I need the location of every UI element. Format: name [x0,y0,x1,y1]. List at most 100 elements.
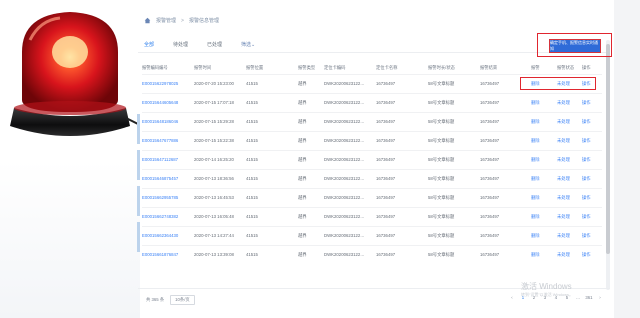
operate-link[interactable]: 操作 [582,130,602,150]
alarm-code-cell[interactable]: E00015648186046 [142,111,194,131]
alarm-time-cell: 2020-07-14 16:25:20 [194,149,246,169]
home-icon[interactable] [144,17,151,24]
card-name-cell: 16736497 [376,73,428,93]
card-name-cell: 16736497 [376,111,428,131]
page-size-select[interactable]: 10条/页 [170,295,195,305]
column-header[interactable]: 报警 [531,62,557,74]
operate-link[interactable]: 操作 [582,206,602,226]
location-cell: 41515 [246,244,298,264]
table-row[interactable]: E00015647112687 2020-07-14 16:25:20 41515 越… [142,149,602,169]
next-page-button[interactable]: › [596,293,604,301]
prev-page-button[interactable]: ‹ [508,293,516,301]
status-cell: 58号文章标题 [428,168,480,188]
tab-all[interactable]: 全部 [141,41,157,53]
column-header[interactable]: 报警位置 [246,62,298,74]
breadcrumb-item-alarm-management[interactable]: 报警管理 [156,17,176,24]
location-cell: 41515 [246,111,298,131]
column-header[interactable]: 报警结束 [480,62,531,74]
alarm-code-cell[interactable]: E00015662955785 [142,187,194,207]
filter-dropdown[interactable]: 筛选⌄ [241,41,255,51]
operate-link[interactable]: 操作 [582,225,602,245]
delete-link[interactable]: 删除 [531,225,557,245]
alarm-code-cell[interactable]: E00015622978025 [142,73,194,93]
column-header[interactable]: 定位卡编码 [324,62,376,74]
alarm-code-cell[interactable]: E00015662748382 [142,206,194,226]
operate-link[interactable]: 操作 [582,244,602,264]
alarm-time-cell: 2020-07-15 17:07:18 [194,92,246,112]
handle-status-link[interactable]: 未处理 [557,187,582,207]
handle-status-link[interactable]: 未处理 [557,206,582,226]
alarm-time-cell: 2020-07-15 15:22:38 [194,130,246,150]
tab-handled[interactable]: 已处理 [207,41,222,51]
delete-link[interactable]: 删除 [531,187,557,207]
status-cell: 58号文章标题 [428,206,480,226]
status-cell: 58号文章标题 [428,130,480,150]
page-number[interactable]: … [574,293,582,301]
column-header[interactable]: 报警时长/状态 [428,62,480,74]
alarm-type-cell: 越界 [298,149,324,169]
delete-link[interactable]: 删除 [531,149,557,169]
alarm-code-cell[interactable]: E00015662364430 [142,225,194,245]
delete-link[interactable]: 删除 [531,168,557,188]
scrollbar-thumb[interactable] [606,44,610,254]
handle-status-link[interactable]: 未处理 [557,244,582,264]
table-row[interactable]: E00015647677886 2020-07-15 15:22:38 41515 越… [142,130,602,150]
operate-link[interactable]: 操作 [582,168,602,188]
alarm-time-cell: 2020-07-13 16:45:53 [194,187,246,207]
table-row[interactable]: E00015662748382 2020-07-13 16:05:48 41515 越… [142,206,602,226]
table-row[interactable]: E00015661876847 2020-07-13 13:39:08 41515 越… [142,244,602,264]
end-cell: 16736497 [480,244,531,264]
delete-link[interactable]: 删除 [531,92,557,112]
operate-link[interactable]: 操作 [582,187,602,207]
table-row[interactable]: E00015648186046 2020-07-15 15:29:28 41515 越… [142,111,602,131]
tab-pending[interactable]: 待处理 [173,41,188,51]
card-code-cell: DWK20200623122… [324,187,376,207]
alarm-code-cell[interactable]: E00015647112687 [142,149,194,169]
handle-status-link[interactable]: 未处理 [557,92,582,112]
alarm-code-cell[interactable]: E00015644605648 [142,92,194,112]
card-code-cell: DWK20200623122… [324,92,376,112]
column-header[interactable]: 报警时间 [194,62,246,74]
table-row[interactable]: E00015662364430 2020-07-13 14:27:44 41515 越… [142,225,602,245]
delete-link[interactable]: 删除 [531,244,557,264]
right-gutter [614,0,640,318]
handle-status-link[interactable]: 未处理 [557,225,582,245]
column-header[interactable]: 报警编码编号 [142,62,194,74]
pagination-summary: 共 365 条 10条/页 [146,295,195,305]
table-row[interactable]: E00015644605648 2020-07-15 17:07:18 41515 越… [142,92,602,112]
alarm-code-cell[interactable]: E00015647677886 [142,130,194,150]
table-row[interactable]: E00015662955785 2020-07-13 16:45:53 41515 越… [142,187,602,207]
total-count: 共 365 条 [146,297,165,302]
windows-activation-hint: 转到“设置”以激活 Windows。 [521,292,574,297]
delete-link[interactable]: 删除 [531,130,557,150]
card-code-cell: DWK20200623122… [324,149,376,169]
left-panel-background [0,160,140,318]
alarm-time-cell: 2020-07-13 14:27:44 [194,225,246,245]
table-row[interactable]: E00015646875457 2020-07-13 18:36:56 41515 越… [142,168,602,188]
location-cell: 41515 [246,73,298,93]
delete-link[interactable]: 删除 [531,111,557,131]
windows-activation-watermark: 激活 Windows [521,282,572,291]
alarm-code-cell[interactable]: E00015646875457 [142,168,194,188]
operate-link[interactable]: 操作 [582,92,602,112]
column-header[interactable]: 操作 [582,62,602,74]
location-cell: 41515 [246,130,298,150]
operate-link[interactable]: 操作 [582,111,602,131]
handle-status-link[interactable]: 未处理 [557,111,582,131]
realtime-notify-button[interactable]: 确定手机、报警信息实时通知 [549,39,601,53]
alarm-type-cell: 越界 [298,244,324,264]
status-cell: 58号文章标题 [428,225,480,245]
page-number[interactable]: 361 [585,293,593,301]
highlight-frame-operations [520,77,596,90]
delete-link[interactable]: 删除 [531,206,557,226]
alarm-code-cell[interactable]: E00015661876847 [142,244,194,264]
handle-status-link[interactable]: 未处理 [557,149,582,169]
column-header[interactable]: 定位卡名称 [376,62,428,74]
column-header[interactable]: 报警状态 [557,62,582,74]
end-cell: 16736497 [480,149,531,169]
handle-status-link[interactable]: 未处理 [557,168,582,188]
alarm-type-cell: 越界 [298,168,324,188]
operate-link[interactable]: 操作 [582,149,602,169]
handle-status-link[interactable]: 未处理 [557,130,582,150]
column-header[interactable]: 报警类型 [298,62,324,74]
